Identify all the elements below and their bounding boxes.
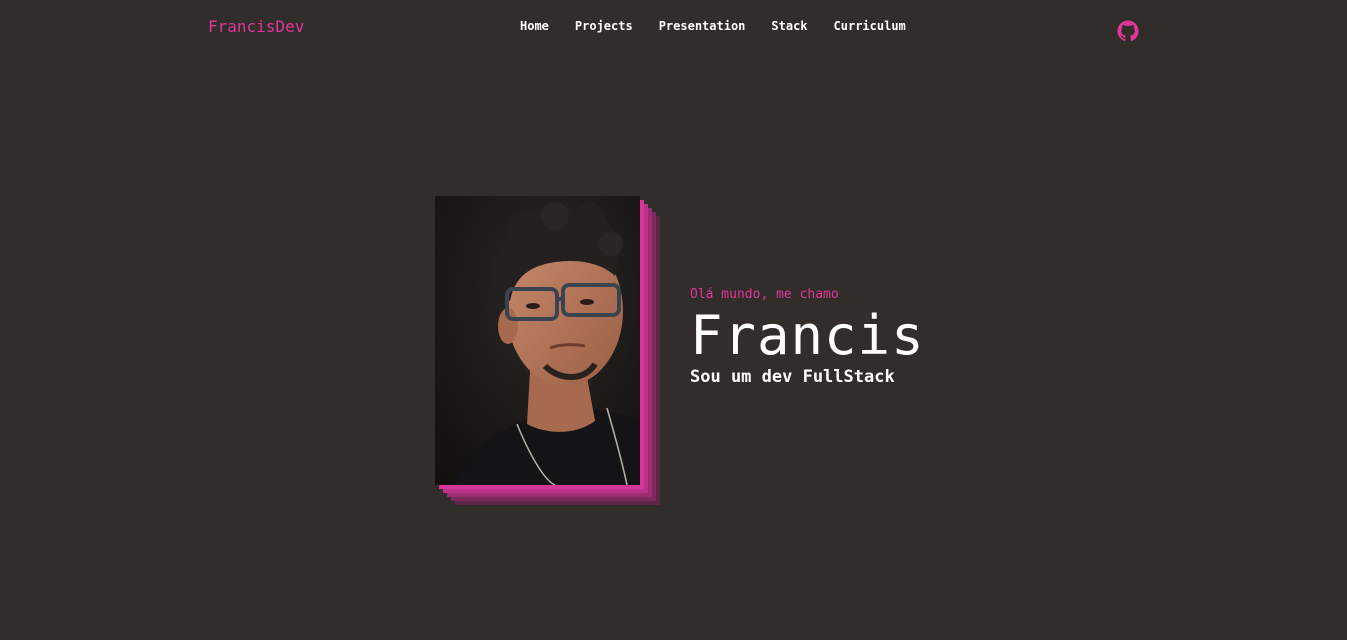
profile-photo: [435, 196, 640, 485]
nav-item-curriculum[interactable]: Curriculum: [834, 19, 906, 33]
github-icon[interactable]: [1117, 20, 1139, 42]
nav-item-stack[interactable]: Stack: [771, 19, 807, 33]
profile-photo-frame: [435, 196, 660, 505]
hero-text: Olá mundo, me chamo Francis Sou um dev F…: [690, 286, 1020, 388]
main-nav: Home Projects Presentation Stack Curricu…: [520, 19, 906, 33]
nav-item-projects[interactable]: Projects: [575, 19, 633, 33]
logo-link[interactable]: FrancisDev: [208, 17, 304, 36]
hero-name: Francis: [690, 304, 925, 367]
nav-item-presentation[interactable]: Presentation: [659, 19, 746, 33]
page: FrancisDev Home Projects Presentation St…: [0, 0, 1347, 640]
hero-greeting: Olá mundo, me chamo: [690, 287, 839, 302]
nav-item-home[interactable]: Home: [520, 19, 549, 33]
hero-role: Sou um dev FullStack: [690, 367, 895, 387]
